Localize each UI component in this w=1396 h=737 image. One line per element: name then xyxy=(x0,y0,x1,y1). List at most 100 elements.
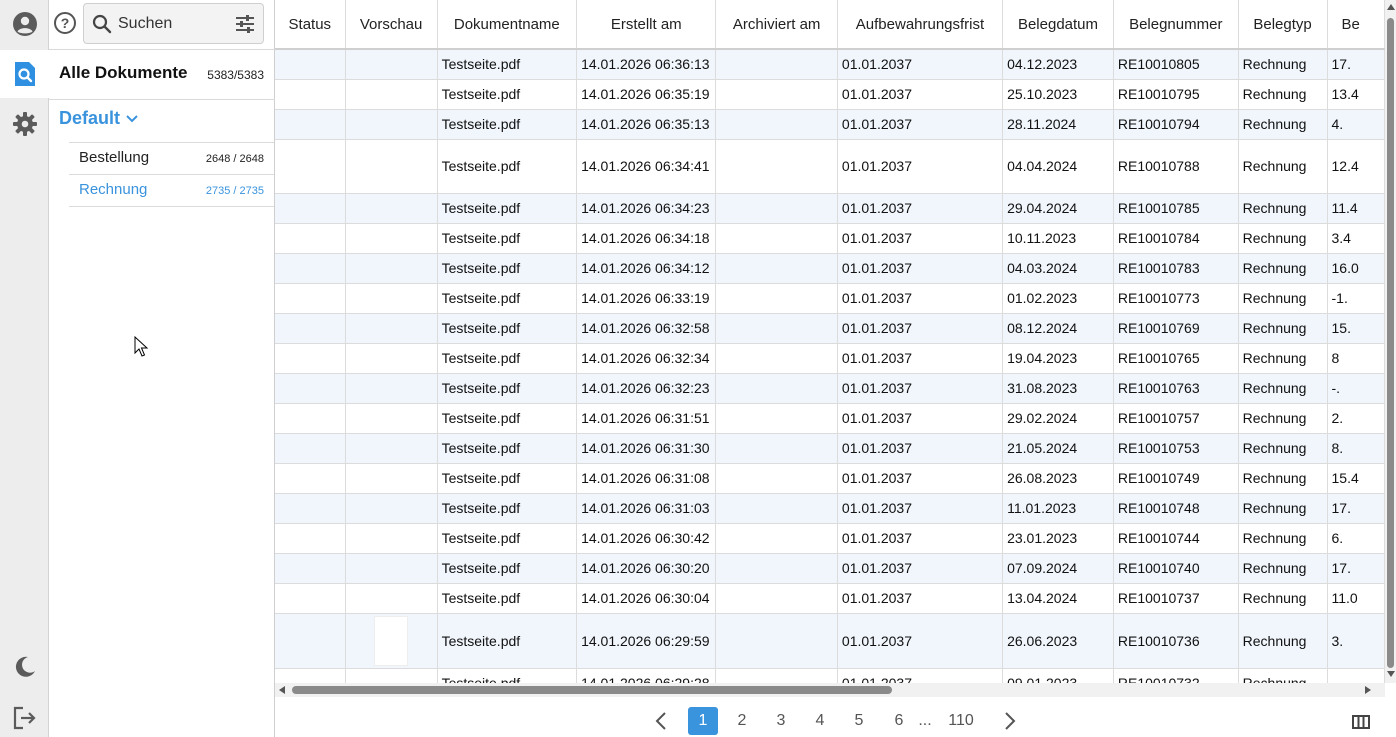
cell-amount: 8. xyxy=(1327,433,1385,464)
cell-created: 14.01.2026 06:34:12 xyxy=(576,253,717,284)
table-row[interactable]: Testseite.pdf 14.01.2026 06:32:23 01.01.20… xyxy=(275,373,1385,404)
cell-document-name: Testseite.pdf xyxy=(437,193,578,224)
page-4-button[interactable]: 4 xyxy=(810,707,830,735)
next-page-icon[interactable] xyxy=(1004,712,1016,730)
search-box[interactable] xyxy=(83,3,264,44)
cell-archived xyxy=(715,253,838,284)
column-header-doc-type[interactable]: Belegtyp xyxy=(1238,0,1328,50)
vertical-scroll-thumb[interactable] xyxy=(1387,18,1394,668)
table-row[interactable]: Testseite.pdf 14.01.2026 06:34:41 01.01.20… xyxy=(275,139,1385,194)
cell-doc-number: RE10010794 xyxy=(1113,109,1239,140)
pagination: 1 2 3 4 5 6 ... 110 xyxy=(275,697,1396,737)
group-default-toggle[interactable]: Default xyxy=(59,108,138,129)
table-row[interactable]: Testseite.pdf 14.01.2026 06:35:13 01.01.20… xyxy=(275,109,1385,140)
cell-doc-type: Rechnung xyxy=(1238,109,1328,140)
help-button[interactable]: ? xyxy=(54,12,76,34)
table-header-row: Status Vorschau Dokumentname Erstellt am… xyxy=(275,0,1385,50)
cell-created: 14.01.2026 06:31:30 xyxy=(576,433,717,464)
scroll-up-icon[interactable] xyxy=(1387,4,1395,10)
table-row[interactable]: Testseite.pdf 14.01.2026 06:31:03 01.01.20… xyxy=(275,493,1385,524)
document-table-container[interactable]: Status Vorschau Dokumentname Erstellt am… xyxy=(275,0,1385,683)
page-2-button[interactable]: 2 xyxy=(732,707,752,735)
columns-icon[interactable] xyxy=(1352,715,1370,729)
column-header-preview[interactable]: Vorschau xyxy=(345,0,438,50)
cell-status xyxy=(275,139,346,194)
page-5-button[interactable]: 5 xyxy=(849,707,869,735)
cell-preview xyxy=(345,523,438,554)
column-header-created[interactable]: Erstellt am xyxy=(576,0,717,50)
table-row[interactable]: Testseite.pdf 14.01.2026 06:31:30 01.01.20… xyxy=(275,433,1385,464)
table-row[interactable]: Testseite.pdf 14.01.2026 06:30:42 01.01.20… xyxy=(275,523,1385,554)
search-icon xyxy=(92,14,112,34)
preview-thumbnail[interactable] xyxy=(374,615,409,666)
app-window: ? Alle Dokumente 5383/5383 Default Beste… xyxy=(0,0,1396,737)
page-last-button[interactable]: 110 xyxy=(943,707,979,735)
table-row[interactable]: Testseite.pdf 14.01.2026 06:34:12 01.01.20… xyxy=(275,253,1385,284)
cell-doc-date: 19.04.2023 xyxy=(1002,343,1114,374)
cell-preview xyxy=(345,583,438,614)
table-body: Testseite.pdf 14.01.2026 06:36:13 01.01.20… xyxy=(275,49,1385,683)
vertical-scrollbar[interactable] xyxy=(1385,0,1396,683)
horizontal-scroll-thumb[interactable] xyxy=(292,686,892,694)
category-count: 2648 / 2648 xyxy=(205,153,264,165)
table-row[interactable]: Testseite.pdf 14.01.2026 06:31:51 01.01.20… xyxy=(275,403,1385,434)
scroll-down-icon[interactable] xyxy=(1387,671,1395,677)
page-1-button[interactable]: 1 xyxy=(688,707,718,735)
cell-created: 14.01.2026 06:31:51 xyxy=(576,403,717,434)
cell-archived xyxy=(715,493,838,524)
cell-doc-date: 25.10.2023 xyxy=(1002,79,1114,110)
table-row[interactable]: Testseite.pdf 14.01.2026 06:30:04 01.01.20… xyxy=(275,583,1385,614)
cell-created: 14.01.2026 06:32:34 xyxy=(576,343,717,374)
cell-created: 14.01.2026 06:32:58 xyxy=(576,313,717,344)
table-row[interactable]: Testseite.pdf 14.01.2026 06:30:20 01.01.20… xyxy=(275,553,1385,584)
filter-settings-icon[interactable] xyxy=(235,14,255,34)
scroll-left-icon[interactable] xyxy=(279,686,285,694)
icon-rail xyxy=(0,0,49,737)
cell-retention: 01.01.2037 xyxy=(837,668,1004,683)
table-row[interactable]: Testseite.pdf 14.01.2026 06:32:34 01.01.20… xyxy=(275,343,1385,374)
column-header-doc-number[interactable]: Belegnummer xyxy=(1113,0,1239,50)
cell-doc-number: RE10010748 xyxy=(1113,493,1239,524)
table-row[interactable]: Testseite.pdf 14.01.2026 06:31:08 01.01.20… xyxy=(275,463,1385,494)
all-documents-title[interactable]: Alle Dokumente xyxy=(59,63,187,83)
table-row[interactable]: Testseite.pdf 14.01.2026 06:33:19 01.01.20… xyxy=(275,283,1385,314)
category-bestellung[interactable]: Bestellung 2648 / 2648 xyxy=(69,142,274,174)
cell-doc-number: RE10010784 xyxy=(1113,223,1239,254)
cell-amount: 17. xyxy=(1327,553,1385,584)
cell-archived xyxy=(715,193,838,224)
document-search-icon xyxy=(14,62,35,86)
table-row[interactable]: Testseite.pdf 14.01.2026 06:36:13 01.01.20… xyxy=(275,49,1385,80)
prev-page-icon[interactable] xyxy=(655,712,667,730)
scroll-right-icon[interactable] xyxy=(1365,686,1371,694)
cell-doc-number: RE10010765 xyxy=(1113,343,1239,374)
category-rechnung[interactable]: Rechnung 2735 / 2735 xyxy=(69,174,274,206)
dark-mode-toggle[interactable] xyxy=(0,643,49,691)
cell-amount: 2. xyxy=(1327,403,1385,434)
documents-nav-button[interactable] xyxy=(0,50,49,98)
column-header-status[interactable]: Status xyxy=(275,0,346,50)
page-6-button[interactable]: 6 xyxy=(889,707,909,735)
cell-doc-type: Rechnung xyxy=(1238,253,1328,284)
table-row[interactable]: Testseite.pdf 14.01.2026 06:35:19 01.01.20… xyxy=(275,79,1385,110)
column-header-amount[interactable]: Be xyxy=(1327,0,1385,50)
cell-doc-number: RE10010757 xyxy=(1113,403,1239,434)
table-row[interactable]: Testseite.pdf 14.01.2026 06:34:23 01.01.20… xyxy=(275,193,1385,224)
table-row[interactable]: Testseite.pdf 14.01.2026 06:34:18 01.01.20… xyxy=(275,223,1385,254)
table-row[interactable]: Testseite.pdf 14.01.2026 06:29:59 01.01.20… xyxy=(275,613,1385,669)
page-3-button[interactable]: 3 xyxy=(771,707,791,735)
table-row[interactable]: Testseite.pdf 14.01.2026 06:29:28 01.01.20… xyxy=(275,668,1385,683)
column-header-doc-date[interactable]: Belegdatum xyxy=(1002,0,1114,50)
table-row[interactable]: Testseite.pdf 14.01.2026 06:32:58 01.01.20… xyxy=(275,313,1385,344)
horizontal-scrollbar[interactable] xyxy=(275,683,1385,697)
cell-retention: 01.01.2037 xyxy=(837,583,1004,614)
cell-preview xyxy=(345,49,438,80)
column-header-document-name[interactable]: Dokumentname xyxy=(437,0,578,50)
column-header-archived[interactable]: Archiviert am xyxy=(715,0,838,50)
logout-button[interactable] xyxy=(0,694,49,737)
profile-button[interactable] xyxy=(0,0,49,48)
cell-doc-date: 26.08.2023 xyxy=(1002,463,1114,494)
cell-doc-date: 21.05.2024 xyxy=(1002,433,1114,464)
column-header-retention[interactable]: Aufbewahrungsfrist xyxy=(837,0,1004,50)
search-input[interactable] xyxy=(118,12,228,36)
settings-nav-button[interactable] xyxy=(0,100,49,148)
